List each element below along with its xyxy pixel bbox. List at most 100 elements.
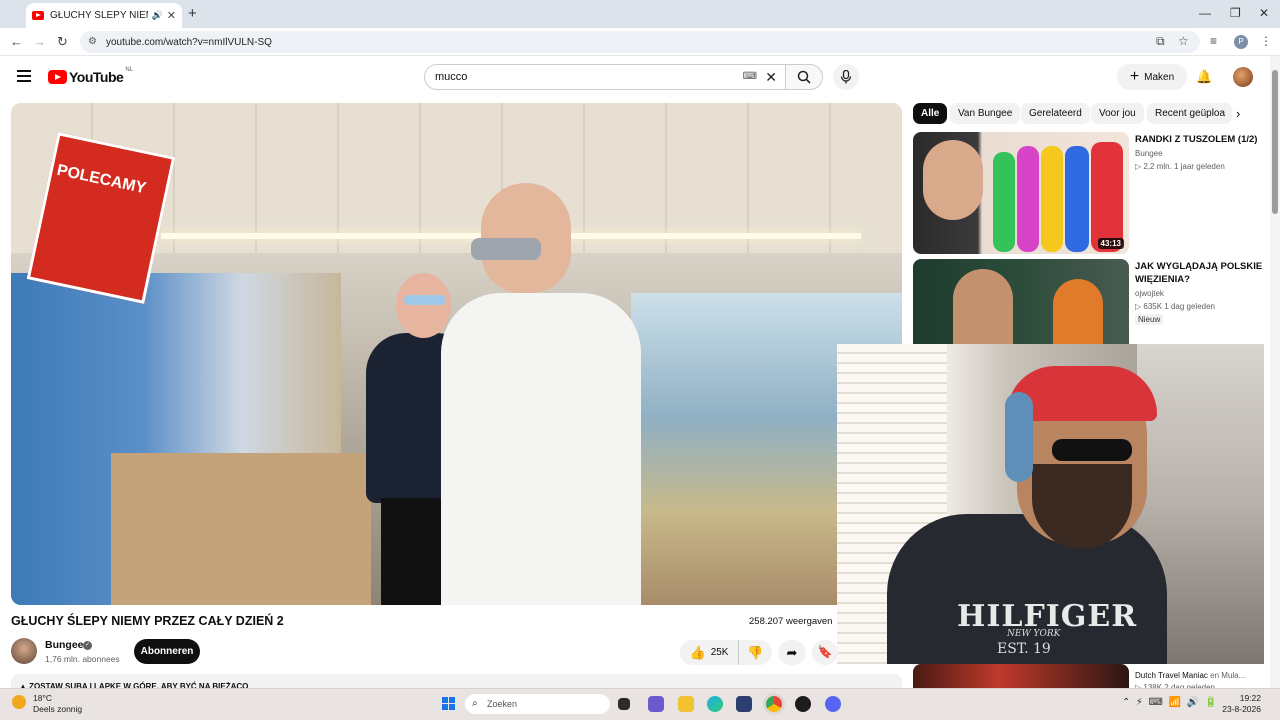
chevron-right-icon[interactable]: ›: [1236, 106, 1240, 121]
teams-icon[interactable]: [648, 696, 664, 712]
reload-icon[interactable]: ↻: [57, 34, 68, 50]
share-arrow-icon: ➦: [786, 645, 798, 660]
minimize-icon[interactable]: —: [1199, 6, 1211, 20]
thumbnail-figure: [1041, 146, 1063, 252]
hamburger-menu-icon[interactable]: [17, 70, 31, 82]
related-video-title[interactable]: RANDKI Z TUSZOLEM (1/2): [1135, 133, 1265, 146]
shirt-sub-text: NEW YORK: [1007, 629, 1061, 639]
microphone-icon: [840, 70, 852, 84]
chip-recent[interactable]: Recent geüploa: [1147, 103, 1232, 124]
site-info-icon[interactable]: ⚙: [88, 36, 97, 47]
speaker-icon[interactable]: 🔊: [152, 10, 163, 21]
bookmark-icon: 🔖: [817, 645, 833, 659]
taskbar-clock[interactable]: 19:22 23-8-2026: [1221, 693, 1261, 715]
related-video-meta: ▷ 2,2 mln. 1 jaar geleden: [1135, 162, 1225, 171]
search-button[interactable]: [785, 64, 823, 90]
related-video-channel[interactable]: Dutch Travel Maniac en Mula...: [1135, 670, 1245, 682]
chip-van-bungee[interactable]: Van Bungee: [950, 103, 1021, 124]
discord-icon[interactable]: [825, 696, 841, 712]
browser-nav-bar: ← → ↻ ⚙ youtube.com/watch?v=nmIlVULN-SQ …: [0, 28, 1280, 56]
chip-alle[interactable]: Alle: [913, 103, 948, 124]
browser-profile-icon[interactable]: P: [1234, 35, 1248, 49]
close-tab-icon[interactable]: ✕: [167, 9, 176, 22]
youtube-logo[interactable]: YouTube NL: [48, 67, 133, 85]
forward-arrow-icon[interactable]: →: [33, 34, 46, 49]
related-video-channel[interactable]: ojwojtek: [1135, 288, 1164, 300]
tab-title: GŁUCHY ŚLEPY NIEMY PRZE: [50, 10, 148, 21]
thumbnail-figure: [993, 152, 1015, 252]
youtube-header: YouTube NL mucco ⌨ ✕ + Maken 🔔: [0, 56, 1270, 98]
app-icon[interactable]: [795, 696, 811, 712]
channel-avatar[interactable]: [11, 638, 37, 664]
like-button[interactable]: 👍 25K: [680, 640, 738, 665]
chrome-icon[interactable]: [766, 696, 782, 712]
video-person-foreground: [441, 183, 641, 605]
subscriber-count: 1,76 mln. abonnees: [45, 654, 120, 664]
plus-icon: +: [1129, 68, 1140, 85]
save-button[interactable]: 🔖: [812, 640, 838, 665]
create-button[interactable]: + Maken: [1117, 64, 1187, 90]
thumbs-down-icon: 👎: [747, 645, 764, 660]
share-button[interactable]: ➦: [778, 640, 806, 665]
thumbnail-person: [1053, 279, 1103, 344]
url-text: youtube.com/watch?v=nmIlVULN-SQ: [106, 36, 272, 48]
windows-start-icon[interactable]: [442, 697, 456, 711]
keyboard-icon[interactable]: ⌨: [743, 71, 757, 82]
edge-icon[interactable]: [707, 696, 723, 712]
youtube-favicon-icon: [32, 11, 44, 20]
related-video-thumbnail[interactable]: [913, 259, 1129, 344]
windows-taskbar: [0, 688, 1280, 720]
weather-temperature[interactable]: 18°C: [33, 693, 52, 703]
video-scene-boxes: [111, 453, 371, 605]
search-icon: [797, 70, 811, 84]
browser-menu-icon[interactable]: ⋮: [1260, 34, 1272, 48]
scrollbar-thumb[interactable]: [1272, 70, 1278, 214]
weather-description[interactable]: Deels zonnig: [33, 704, 82, 714]
system-tray[interactable]: ⌃ ⚡ ⌨ 📶 🔊 🔋: [1122, 697, 1217, 708]
webcam-person-sunglasses: [1052, 439, 1132, 461]
notifications-bell-icon[interactable]: 🔔: [1196, 69, 1212, 85]
reading-list-icon[interactable]: ≡: [1210, 34, 1217, 48]
store-icon[interactable]: [736, 696, 752, 712]
video-title: GŁUCHY ŚLEPY NIEMY PRZEZ CAŁY DZIEŃ 2: [11, 614, 284, 628]
file-explorer-icon[interactable]: [678, 696, 694, 712]
related-video-thumbnail[interactable]: [913, 664, 1129, 688]
shirt-est-text: EST. 19: [997, 641, 1051, 657]
search-query: mucco: [435, 71, 468, 83]
thumbs-up-icon: 👍: [689, 644, 706, 660]
chip-voor-jou[interactable]: Voor jou: [1091, 103, 1144, 124]
youtube-play-icon: [48, 70, 67, 84]
related-video-title[interactable]: JAK WYGLĄDAJĄ POLSKIE WIĘZIENIA?: [1135, 260, 1265, 286]
like-count: 25K: [710, 647, 729, 658]
back-arrow-icon[interactable]: ←: [10, 34, 23, 49]
new-badge: Nieuw: [1135, 314, 1164, 325]
video-player[interactable]: POLECAMY: [11, 103, 902, 605]
browser-tab[interactable]: GŁUCHY ŚLEPY NIEMY PRZE 🔊 ✕: [26, 3, 182, 28]
thumbnail-figure: [1065, 146, 1089, 252]
close-window-icon[interactable]: ✕: [1259, 6, 1269, 20]
bookmark-star-icon[interactable]: ☆: [1178, 34, 1189, 48]
view-count: 258.207 weergaven: [749, 616, 833, 627]
taskbar-search-input[interactable]: ⌕ Zoeken: [465, 694, 610, 714]
restore-icon[interactable]: ❐: [1230, 6, 1241, 20]
install-app-icon[interactable]: ⧉: [1156, 34, 1165, 49]
task-view-icon[interactable]: [618, 698, 630, 710]
address-bar[interactable]: ⚙ youtube.com/watch?v=nmIlVULN-SQ: [80, 31, 1200, 53]
subscribe-button[interactable]: Abonneren: [134, 639, 200, 664]
weather-sun-icon[interactable]: [12, 695, 26, 709]
new-tab-button[interactable]: +: [188, 5, 197, 22]
thumbnail-person: [953, 269, 1013, 344]
search-input[interactable]: mucco ⌨ ✕: [424, 64, 785, 90]
related-video-thumbnail[interactable]: 43:13: [913, 132, 1129, 254]
account-avatar[interactable]: [1233, 67, 1253, 87]
verified-icon: ✓: [83, 641, 92, 650]
video-duration: 43:13: [1097, 238, 1124, 249]
channel-name[interactable]: Bungee: [45, 639, 84, 651]
dislike-button[interactable]: 👎: [738, 640, 772, 665]
voice-search-button[interactable]: [833, 64, 859, 90]
search-icon: ⌕: [472, 698, 478, 709]
chip-gerelateerd[interactable]: Gerelateerd: [1021, 103, 1090, 124]
related-video-meta: ▷ 635K 1 dag geleden: [1135, 302, 1215, 311]
clear-search-icon[interactable]: ✕: [765, 69, 777, 86]
related-video-channel[interactable]: Bungee: [1135, 148, 1163, 160]
